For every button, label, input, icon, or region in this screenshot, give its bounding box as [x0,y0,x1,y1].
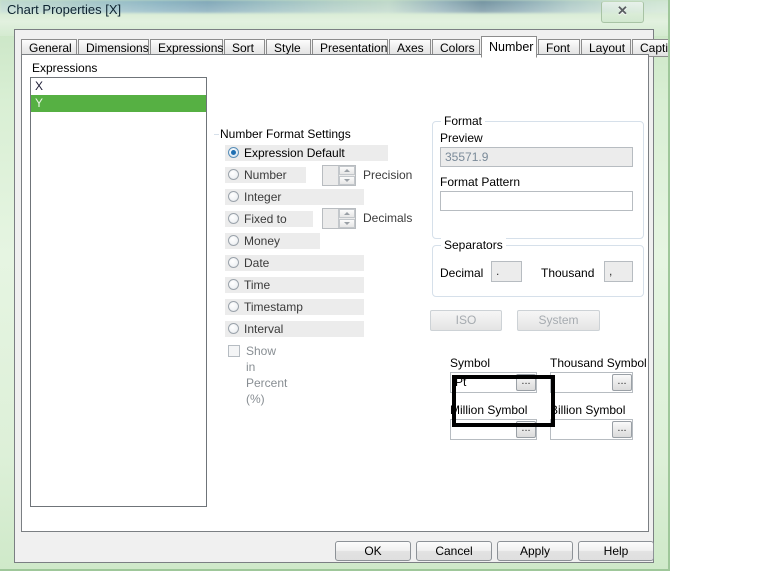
radio-label: Money [244,234,281,248]
spinner-down-icon[interactable] [339,176,355,185]
checkbox-box-icon [228,345,240,357]
radio-integer[interactable]: Integer [225,189,364,205]
precision-label: Precision [363,168,413,182]
radio-interval[interactable]: Interval [225,321,364,337]
radio-dot-icon [228,235,239,246]
precision-stepper-buttons[interactable] [338,166,355,185]
preview-label: Preview [440,131,483,145]
decimal-separator-field[interactable]: . [491,261,522,282]
radio-label: Integer [244,190,282,204]
help-button[interactable]: Help [578,541,654,561]
format-group-label: Format [441,114,486,128]
radio-dot-icon [228,191,239,202]
list-item[interactable]: X [31,78,206,95]
thousand-symbol-browse-button[interactable]: ... [612,374,632,391]
desktop-background: Chart Properties [X] ✕ General Dimension… [0,0,768,576]
group-caption-rule [214,134,219,135]
thousand-separator-field[interactable]: , [604,261,633,282]
tab-number[interactable]: Number [481,36,537,58]
radio-dot-icon [228,257,239,268]
million-symbol-label: Million Symbol [450,403,528,417]
close-icon: ✕ [617,3,628,18]
expressions-label: Expressions [32,61,98,75]
spinner-up-icon[interactable] [339,209,355,218]
format-pattern-field[interactable] [440,191,633,211]
radio-fixed-to[interactable]: Fixed to [225,211,313,227]
spinner-down-icon[interactable] [339,219,355,228]
radio-label: Date [244,256,270,270]
system-button[interactable]: System [517,310,600,331]
thousand-symbol-label: Thousand Symbol [550,356,647,370]
radio-date[interactable]: Date [225,255,364,271]
close-button[interactable]: ✕ [601,1,644,23]
cancel-button[interactable]: Cancel [416,541,492,561]
number-tab-page: Expressions X Y Number Format Settings E… [21,54,649,532]
symbol-label: Symbol [450,356,491,370]
decimal-separator-label: Decimal [440,266,484,280]
radio-dot-icon [228,301,239,312]
number-format-settings-label: Number Format Settings [220,127,351,141]
expressions-listbox[interactable]: X Y [30,77,207,507]
window-title: Chart Properties [X] [7,2,122,17]
radio-expression-default[interactable]: Expression Default [225,145,388,161]
preview-field: 35571.9 [440,147,633,167]
list-item[interactable]: Y [31,95,206,112]
precision-stepper[interactable] [322,165,356,186]
billion-symbol-browse-button[interactable]: ... [612,421,632,438]
iso-button[interactable]: ISO [430,310,502,331]
ok-button[interactable]: OK [335,541,411,561]
dialog-client-area: General Dimensions Expressions Sort Styl… [14,29,668,563]
radio-dot-icon [228,323,239,334]
radio-label: Timestamp [244,300,303,314]
symbol-browse-button[interactable]: ... [516,374,536,391]
radio-money[interactable]: Money [225,233,320,249]
radio-label: Fixed to [244,212,287,226]
million-symbol-browse-button[interactable]: ... [516,421,536,438]
radio-label: Number [244,168,287,182]
chart-properties-window: Chart Properties [X] ✕ General Dimension… [0,0,670,571]
format-pattern-label: Format Pattern [440,175,521,189]
radio-dot-icon [228,279,239,290]
decimals-stepper-buttons[interactable] [338,209,355,228]
radio-label: Interval [244,322,284,336]
decimals-label: Decimals [363,211,413,225]
radio-time[interactable]: Time [225,277,364,293]
spinner-up-icon[interactable] [339,166,355,175]
billion-symbol-label: Billion Symbol [550,403,626,417]
apply-button[interactable]: Apply [497,541,573,561]
radio-dot-icon [228,147,239,158]
radio-timestamp[interactable]: Timestamp [225,299,364,315]
decimals-stepper[interactable] [322,208,356,229]
checkbox-label: Show in Percent (%) [246,344,288,406]
radio-dot-icon [228,169,239,180]
radio-number[interactable]: Number [225,167,306,183]
thousand-separator-label: Thousand [541,266,595,280]
radio-label: Expression Default [244,146,345,160]
separators-group-label: Separators [441,238,506,252]
radio-dot-icon [228,213,239,224]
radio-label: Time [244,278,271,292]
